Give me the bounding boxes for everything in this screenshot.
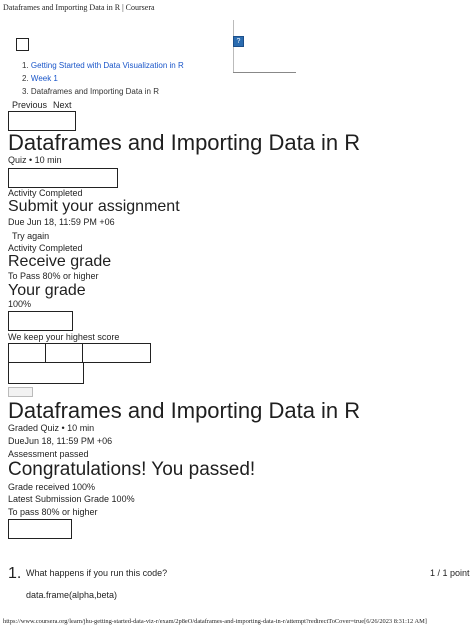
- help-icon[interactable]: ?: [233, 36, 244, 47]
- breadcrumb-item-course[interactable]: 1. Getting Started with Data Visualizati…: [22, 61, 184, 70]
- quiz-action-box[interactable]: [8, 168, 118, 188]
- receive-to-pass: To Pass 80% or higher: [8, 271, 99, 281]
- action-box-2[interactable]: [45, 343, 83, 363]
- graded-due: DueJun 18, 11:59 PM +06: [8, 436, 113, 446]
- menu-checkbox-icon[interactable]: [16, 38, 29, 51]
- graded-to-pass: To pass 80% or higher: [8, 507, 98, 517]
- header-underline: [233, 72, 296, 73]
- breadcrumb-item-week[interactable]: 2. Week 1: [22, 74, 184, 83]
- receive-heading: Receive grade: [8, 253, 112, 270]
- submit-heading: Submit your assignment: [8, 198, 180, 215]
- tab-title: Dataframes and Importing Data in R | Cou…: [3, 3, 155, 12]
- question-text: What happens if you run this code?: [26, 568, 168, 578]
- nav-placeholder-box[interactable]: [8, 111, 76, 131]
- action-box-1[interactable]: [8, 343, 46, 363]
- breadcrumb-item-current: 3. Dataframes and Importing Data in R: [22, 87, 159, 96]
- try-again-button[interactable]: Try again: [12, 231, 49, 241]
- footer-url: https://www.coursera.org/learn/jhu-getti…: [3, 618, 427, 625]
- congrats-heading: Congratulations! You passed!: [8, 459, 256, 480]
- graded-title: Dataframes and Importing Data in R: [8, 398, 361, 423]
- small-button[interactable]: [8, 387, 33, 397]
- breadcrumb: 1. Getting Started with Data Visualizati…: [22, 61, 184, 96]
- grade-note: We keep your highest score: [8, 332, 120, 342]
- question-points: 1 / 1 point: [430, 568, 470, 578]
- next-button[interactable]: Next: [53, 100, 72, 110]
- assessment-status: Assessment passed: [8, 449, 89, 459]
- question-code: data.frame(alpha,beta): [26, 590, 118, 600]
- latest-submission-grade: Latest Submission Grade 100%: [8, 494, 135, 504]
- submit-status: Activity Completed: [8, 243, 83, 253]
- page-title: Dataframes and Importing Data in R: [8, 130, 361, 155]
- grade-received: Grade received 100%: [8, 482, 96, 492]
- question-number: 1.: [8, 565, 22, 582]
- quiz-status: Activity Completed: [8, 188, 83, 198]
- submit-due: Due Jun 18, 11:59 PM +06: [8, 217, 115, 227]
- grade-heading: Your grade: [8, 282, 86, 299]
- quiz-meta: Quiz • 10 min: [8, 155, 62, 165]
- graded-action-box[interactable]: [8, 519, 72, 539]
- previous-button[interactable]: Previous: [12, 100, 47, 110]
- grade-value: 100%: [8, 299, 32, 309]
- grade-action-box[interactable]: [8, 311, 73, 331]
- action-box-4[interactable]: [8, 362, 84, 384]
- graded-meta: Graded Quiz • 10 min: [8, 423, 95, 433]
- action-box-3[interactable]: [82, 343, 151, 363]
- breadcrumb-link-week[interactable]: Week 1: [31, 74, 58, 83]
- breadcrumb-link-course[interactable]: Getting Started with Data Visualization …: [31, 61, 184, 70]
